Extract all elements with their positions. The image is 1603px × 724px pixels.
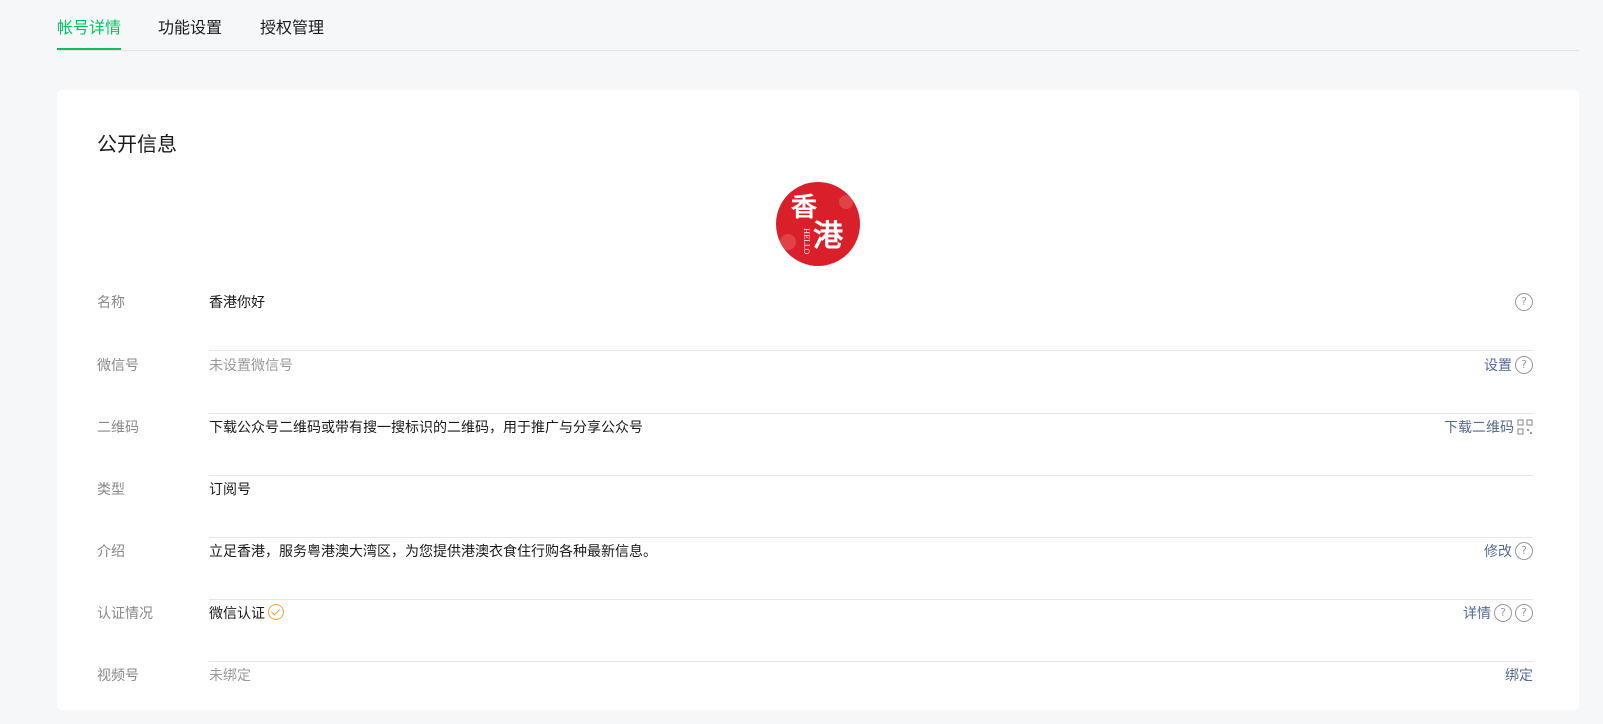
wechat-id-label: 微信号 <box>97 357 139 373</box>
section-title: 公开信息 <box>97 134 177 156</box>
avatar: 香 港 HELLO <box>776 182 860 266</box>
question-circle-icon[interactable]: ? <box>1515 604 1533 622</box>
verification-label: 认证情况 <box>97 605 153 621</box>
edit-intro-link[interactable]: 修改 <box>1484 537 1512 565</box>
row-wechat-id: 微信号 未设置微信号 设置 ? <box>97 351 1533 414</box>
download-qrcode-link[interactable]: 下载二维码 <box>1444 413 1514 441</box>
qrcode-label: 二维码 <box>97 419 139 435</box>
row-verification: 认证情况 微信认证 详情 ? ? <box>97 599 1533 662</box>
question-circle-icon[interactable]: ? <box>1515 356 1533 374</box>
row-intro: 介绍 立足香港，服务粤港澳大湾区，为您提供港澳衣食住行购各种最新信息。 修改 ? <box>97 537 1533 600</box>
row-name: 名称 香港你好 ? <box>97 288 1533 351</box>
tab-authorization-management[interactable]: 授权管理 <box>260 18 324 49</box>
channels-label: 视频号 <box>97 667 139 683</box>
name-label: 名称 <box>97 294 125 310</box>
verification-details-link[interactable]: 详情 <box>1463 599 1491 627</box>
row-type: 类型 订阅号 <box>97 475 1533 538</box>
type-value: 订阅号 <box>209 481 251 497</box>
tab-account-details[interactable]: 帐号详情 <box>57 18 122 50</box>
question-circle-icon[interactable]: ? <box>1494 604 1512 622</box>
type-label: 类型 <box>97 481 125 497</box>
name-value: 香港你好 <box>209 294 265 310</box>
set-wechat-id-link[interactable]: 设置 <box>1484 351 1512 379</box>
avatar-side-text: HELLO <box>802 228 810 255</box>
qrcode-icon[interactable] <box>1517 419 1533 435</box>
verification-text: 微信认证 <box>209 605 265 621</box>
question-circle-icon[interactable]: ? <box>1515 542 1533 560</box>
tab-feature-settings[interactable]: 功能设置 <box>158 18 222 49</box>
row-channels: 视频号 未绑定 绑定 <box>97 661 1533 724</box>
verification-value: 微信认证 <box>209 599 284 627</box>
intro-value: 立足香港，服务粤港澳大湾区，为您提供港澳衣食住行购各种最新信息。 <box>209 543 657 559</box>
question-circle-icon[interactable]: ? <box>1515 293 1533 311</box>
channels-value: 未绑定 <box>209 667 251 683</box>
qrcode-description: 下载公众号二维码或带有搜一搜标识的二维码，用于推广与分享公众号 <box>209 419 643 435</box>
tab-bar: 帐号详情 功能设置 授权管理 <box>57 0 1579 51</box>
check-circle-icon <box>268 604 284 620</box>
wechat-id-value: 未设置微信号 <box>209 357 293 373</box>
row-qrcode: 二维码 下载公众号二维码或带有搜一搜标识的二维码，用于推广与分享公众号 下载二维… <box>97 413 1533 476</box>
public-info-card: 公开信息 香 港 HELLO 名称 香港你好 ? 微信号 未设置微信号 设置 ?… <box>57 90 1579 710</box>
avatar-char-bottom: 港 <box>813 219 844 254</box>
intro-label: 介绍 <box>97 543 125 559</box>
bind-channels-link[interactable]: 绑定 <box>1505 661 1533 689</box>
